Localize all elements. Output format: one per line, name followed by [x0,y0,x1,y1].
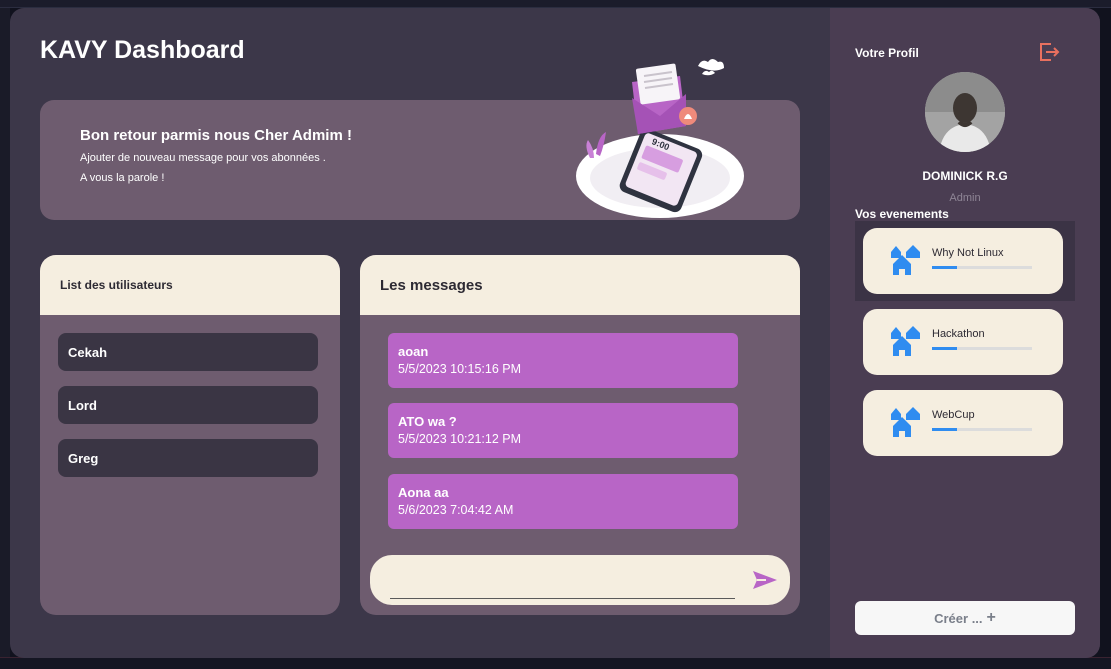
app-window: KAVY Dashboard Bon retour parmis nous Ch… [10,8,1100,658]
event-progress-fill [932,266,957,269]
event-card[interactable]: Hackathon [863,309,1063,375]
background-editor-gutter [0,8,10,669]
background-editor-toolbar [0,0,1111,8]
background-editor-statusbar [0,657,1111,669]
plus-icon: + [986,609,996,626]
event-progress-fill [932,428,957,431]
avatar [925,72,1005,152]
user-item[interactable]: Cekah [58,333,318,371]
banner-subtitle: Ajouter de nouveau message pour vos abon… [80,152,326,164]
event-card[interactable]: WebCup [863,390,1063,456]
welcome-banner: Bon retour parmis nous Cher Admim ! Ajou… [40,59,800,220]
message-bubble: Aona aa 5/6/2023 7:04:42 AM [388,474,738,529]
event-card[interactable]: Why Not Linux [863,228,1063,294]
banner-title: Bon retour parmis nous Cher Admim ! [80,127,352,144]
phone-envelope-illustration: 9:00 [576,59,744,218]
message-text: aoan [398,344,429,359]
event-name: Why Not Linux [932,247,1004,259]
users-panel: List des utilisateurs Cekah Lord Greg [40,255,340,615]
houses-icon [891,245,920,275]
create-button-label: Créer ... [934,610,983,626]
message-input[interactable] [390,567,735,599]
banner-subtitle-2: A vous la parole ! [80,172,165,184]
send-icon[interactable] [752,570,778,590]
houses-icon [891,407,920,437]
message-time: 5/5/2023 10:21:12 PM [398,432,522,446]
profile-role: Admin [949,192,981,204]
event-name: WebCup [932,409,975,421]
message-bubble: ATO wa ? 5/5/2023 10:21:12 PM [388,403,738,458]
message-composer [370,555,790,605]
profile-title: Votre Profil [855,46,919,60]
user-item[interactable]: Greg [58,439,318,477]
profile-name: DOMINICK R.G [922,169,1008,183]
app-title: KAVY Dashboard [40,36,245,64]
message-time: 5/6/2023 7:04:42 AM [398,503,514,517]
users-panel-title: List des utilisateurs [40,255,340,315]
event-progress [932,347,1032,350]
event-progress [932,428,1032,431]
message-text: Aona aa [398,485,449,500]
user-item[interactable]: Lord [58,386,318,424]
profile-sidebar: Votre Profil DOMINICK R.G Admin Vos even… [830,8,1100,658]
messages-panel: Les messages aoan 5/5/2023 10:15:16 PM A… [360,255,800,615]
messages-panel-title: Les messages [360,255,800,315]
main-area: KAVY Dashboard Bon retour parmis nous Ch… [10,8,830,658]
message-bubble: aoan 5/5/2023 10:15:16 PM [388,333,738,388]
event-progress [932,266,1032,269]
logout-icon[interactable] [1038,42,1060,62]
events-title: Vos evenements [855,207,949,221]
message-text: ATO wa ? [398,414,457,429]
avatar-photo [925,72,1005,152]
create-event-button[interactable]: Créer ... + [855,601,1075,635]
event-name: Hackathon [932,328,985,340]
houses-icon [891,326,920,356]
message-time: 5/5/2023 10:15:16 PM [398,362,522,376]
event-progress-fill [932,347,957,350]
